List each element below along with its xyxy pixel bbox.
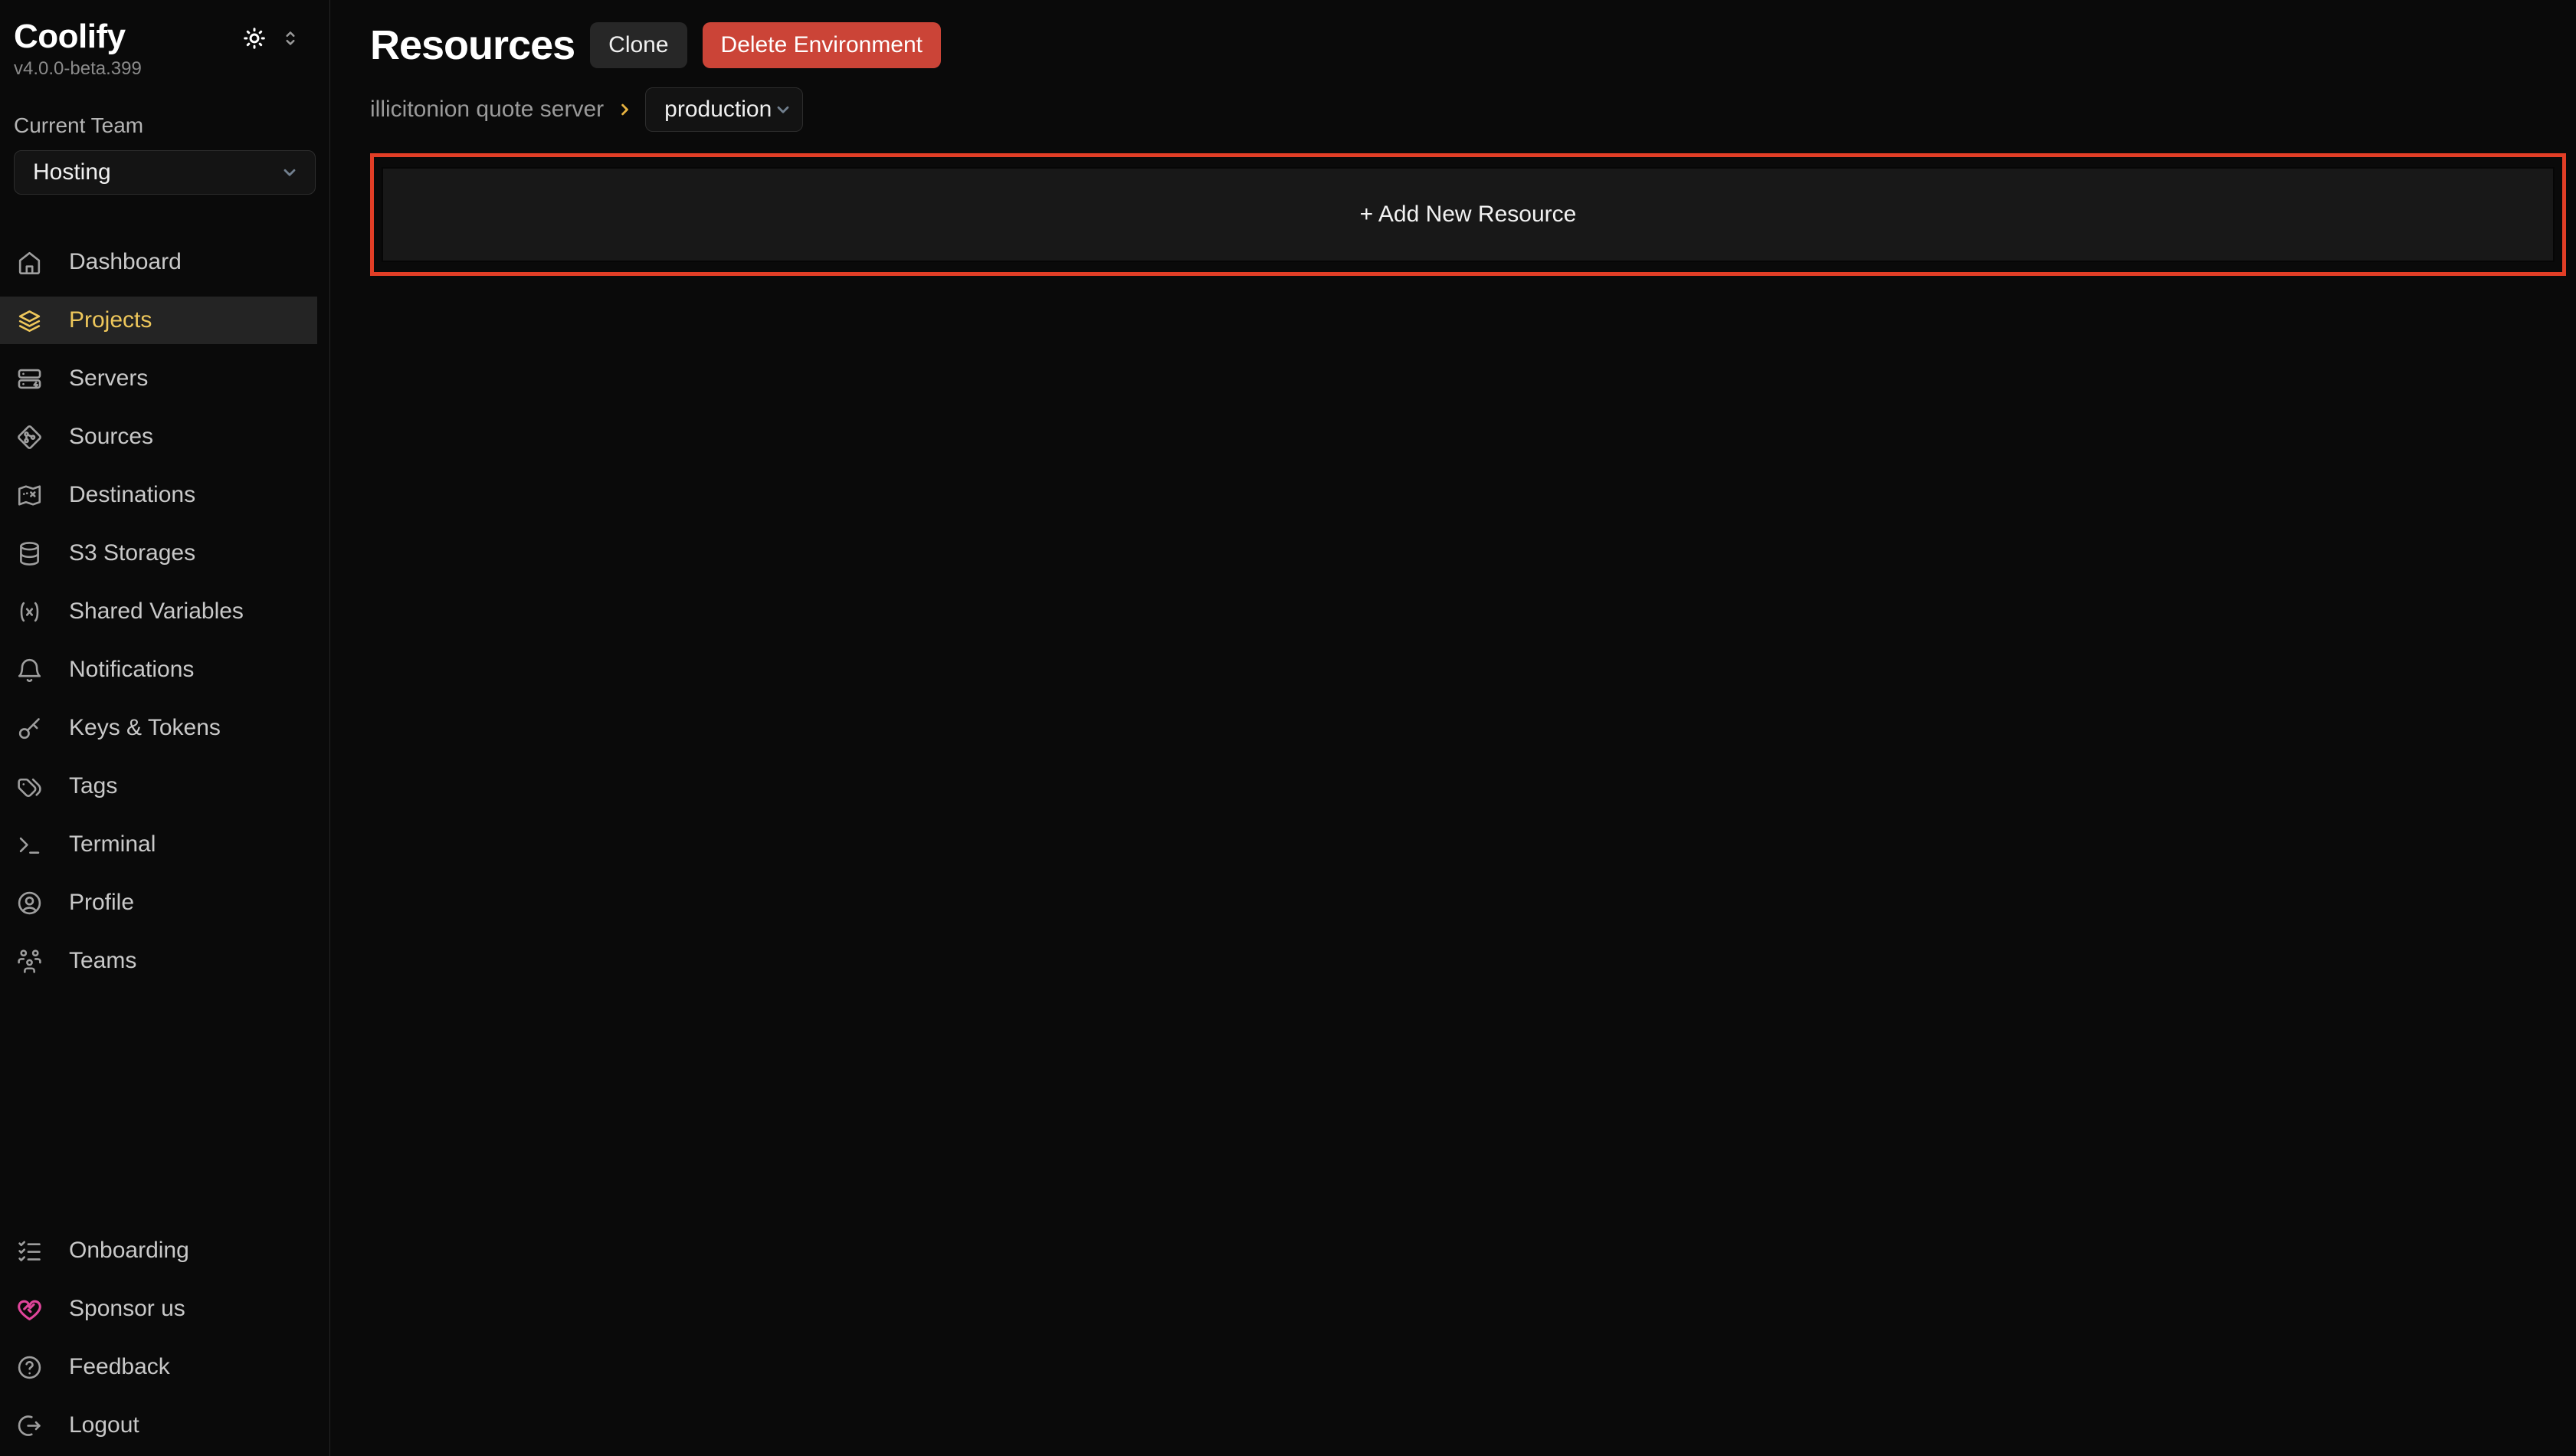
main-content: Resources Clone Delete Environment illic… xyxy=(330,0,2576,1456)
sidebar-item-label: Sources xyxy=(69,424,153,450)
sidebar-item-s3-storages[interactable]: S3 Storages xyxy=(0,530,317,577)
sidebar-item-teams[interactable]: Teams xyxy=(0,937,317,985)
sidebar-item-label: Keys & Tokens xyxy=(69,715,221,741)
breadcrumb-project-link[interactable]: illicitonion quote server xyxy=(370,97,604,123)
sidebar-item-label: Teams xyxy=(69,948,136,974)
theme-toggle-button[interactable] xyxy=(241,25,268,52)
page-header: Resources Clone Delete Environment xyxy=(370,21,2566,69)
terminal-icon xyxy=(15,831,44,859)
sidebar-item-tags[interactable]: Tags xyxy=(0,762,317,810)
sidebar-item-dashboard[interactable]: Dashboard xyxy=(0,238,317,286)
sidebar-item-label: Projects xyxy=(69,307,152,333)
layers-icon xyxy=(15,307,44,335)
sidebar-item-label: Tags xyxy=(69,773,117,799)
breadcrumb: illicitonion quote server production xyxy=(370,87,2566,132)
checklist-icon xyxy=(15,1237,44,1265)
sidebar-nav: Dashboard Projects Servers Sources Desti… xyxy=(0,233,329,990)
sidebar-header: Coolify v4.0.0-beta.399 Current Team Hos… xyxy=(0,18,329,195)
tags-icon xyxy=(15,772,44,801)
variables-icon xyxy=(15,598,44,626)
sun-icon xyxy=(241,25,268,52)
help-circle-icon xyxy=(15,1353,44,1382)
chevron-down-icon xyxy=(278,161,301,184)
sidebar-item-shared-variables[interactable]: Shared Variables xyxy=(0,588,317,635)
users-icon xyxy=(15,947,44,976)
server-icon xyxy=(15,365,44,393)
sidebar-item-label: Onboarding xyxy=(69,1238,189,1264)
key-icon xyxy=(15,714,44,743)
sidebar-item-label: Shared Variables xyxy=(69,598,244,625)
sidebar-item-label: Destinations xyxy=(69,482,195,508)
chevron-down-icon xyxy=(772,98,795,121)
sidebar-item-label: Logout xyxy=(69,1412,139,1438)
app-window: Coolify v4.0.0-beta.399 Current Team Hos… xyxy=(0,0,2576,1456)
chevron-updown-icon xyxy=(279,27,302,50)
sidebar-item-notifications[interactable]: Notifications xyxy=(0,646,317,694)
sidebar-item-sponsor-us[interactable]: Sponsor us xyxy=(0,1285,317,1333)
team-select-value: Hosting xyxy=(33,159,111,185)
git-branch-icon xyxy=(15,423,44,451)
logout-icon xyxy=(15,1412,44,1440)
sidebar-item-sources[interactable]: Sources xyxy=(0,413,317,461)
sidebar-footer-nav: Onboarding Sponsor us Feedback Logout xyxy=(0,1222,329,1456)
map-icon xyxy=(15,481,44,510)
sidebar-collapse-button[interactable] xyxy=(279,27,302,50)
sidebar-item-feedback[interactable]: Feedback xyxy=(0,1343,317,1391)
sidebar-item-label: S3 Storages xyxy=(69,540,195,566)
clone-button[interactable]: Clone xyxy=(590,22,687,68)
team-select[interactable]: Hosting xyxy=(14,150,316,195)
heart-hands-icon xyxy=(15,1295,44,1323)
bell-icon xyxy=(15,656,44,684)
sidebar-item-logout[interactable]: Logout xyxy=(0,1402,317,1449)
home-icon xyxy=(15,248,44,277)
sidebar-item-projects[interactable]: Projects xyxy=(0,297,317,344)
sidebar-item-terminal[interactable]: Terminal xyxy=(0,821,317,868)
environment-select-value: production xyxy=(664,97,772,123)
sidebar: Coolify v4.0.0-beta.399 Current Team Hos… xyxy=(0,0,330,1456)
delete-environment-button[interactable]: Delete Environment xyxy=(703,22,941,68)
current-team-label: Current Team xyxy=(14,113,316,138)
sidebar-item-label: Sponsor us xyxy=(69,1296,185,1322)
sidebar-item-label: Servers xyxy=(69,366,148,392)
sidebar-item-label: Terminal xyxy=(69,831,156,858)
sidebar-item-label: Notifications xyxy=(69,657,194,683)
user-circle-icon xyxy=(15,889,44,917)
sidebar-item-label: Feedback xyxy=(69,1354,170,1380)
sidebar-item-label: Profile xyxy=(69,890,134,916)
onboarding-highlight-ring: + Add New Resource xyxy=(370,153,2566,276)
sidebar-item-servers[interactable]: Servers xyxy=(0,355,317,402)
database-icon xyxy=(15,539,44,568)
sidebar-item-profile[interactable]: Profile xyxy=(0,879,317,926)
page-title: Resources xyxy=(370,21,575,69)
app-version: v4.0.0-beta.399 xyxy=(14,58,316,80)
sidebar-item-keys-tokens[interactable]: Keys & Tokens xyxy=(0,704,317,752)
add-new-resource-button[interactable]: + Add New Resource xyxy=(382,167,2555,262)
sidebar-item-label: Dashboard xyxy=(69,249,182,275)
sidebar-item-onboarding[interactable]: Onboarding xyxy=(0,1227,317,1274)
chevron-right-icon xyxy=(615,100,634,120)
sidebar-item-destinations[interactable]: Destinations xyxy=(0,471,317,519)
app-logo[interactable]: Coolify xyxy=(14,18,126,55)
environment-select[interactable]: production xyxy=(645,87,803,132)
